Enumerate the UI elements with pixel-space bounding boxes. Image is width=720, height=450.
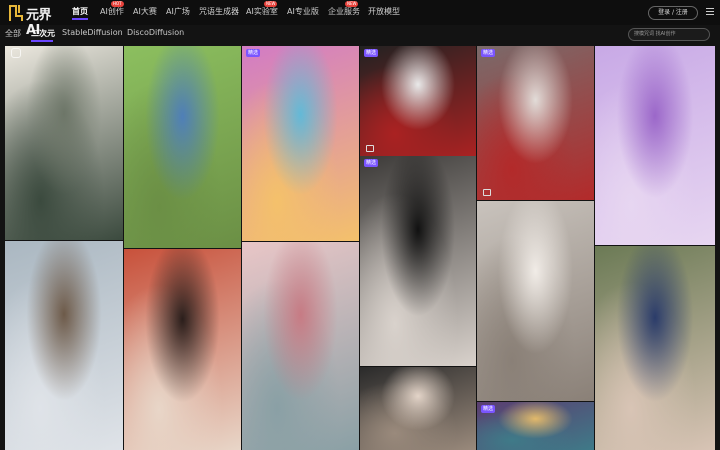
featured-badge: 精选 <box>481 405 496 413</box>
nav-ai-lab[interactable]: AI实验室 <box>246 6 278 17</box>
tab-disco-diffusion[interactable]: DiscoDiffusion <box>127 28 184 37</box>
gallery-image-white-hair-sailor[interactable]: 精选 <box>360 46 476 156</box>
nav-ai-pro[interactable]: AI专业版 <box>287 6 319 17</box>
gallery-image-ink-landscape[interactable] <box>5 46 123 240</box>
tab-stable-diffusion[interactable]: StableDiffusion <box>62 28 123 37</box>
nav-enterprise[interactable]: 企业服务 <box>328 6 360 17</box>
featured-badge: 精选 <box>364 159 379 167</box>
tab-anime[interactable]: 二次元 <box>31 28 55 39</box>
image-set-icon <box>366 145 374 152</box>
gallery-image-black-outfit-chair[interactable]: 精选 <box>360 156 476 366</box>
new-badge: NEW <box>345 1 359 7</box>
login-button[interactable]: 登录 / 注册 <box>648 6 698 20</box>
nav-open-models[interactable]: 开放模型 <box>368 6 400 17</box>
gallery-image-silver-hair-knit[interactable] <box>477 201 594 401</box>
gallery-image-rainbow-hair-girl[interactable]: 精选 <box>242 46 359 241</box>
featured-badge: 精选 <box>481 49 496 57</box>
tab-all[interactable]: 全部 <box>5 28 21 39</box>
top-navigation: 元界AI 首页 AI创作 HOT AI大赛 AI广场 咒语生成器 AI实验室 N… <box>0 0 720 38</box>
nav-home[interactable]: 首页 <box>72 6 88 17</box>
gallery-image-short-bangs[interactable] <box>360 367 476 450</box>
nav-ai-contest[interactable]: AI大赛 <box>133 6 157 17</box>
gallery-image-pink-dress[interactable] <box>242 242 359 450</box>
new-badge: NEW <box>264 1 278 7</box>
nav-prompt-generator[interactable]: 咒语生成器 <box>199 6 239 17</box>
nav-ai-plaza[interactable]: AI广场 <box>166 6 190 17</box>
nav-ai-create[interactable]: AI创作 <box>100 6 124 17</box>
favorite-icon[interactable] <box>11 48 21 58</box>
gallery-image-white-hair-long[interactable]: 精选 <box>477 46 594 200</box>
gallery-image-light-blue-sweater[interactable] <box>5 241 123 450</box>
hot-badge: HOT <box>111 1 124 7</box>
gallery-image-fantasy-castle[interactable]: 精选 <box>477 402 594 450</box>
nav-active-indicator <box>72 18 88 20</box>
search-input[interactable]: 搜模咒词 找AI创作 <box>628 28 710 41</box>
logo[interactable]: 元界AI <box>8 3 64 38</box>
gallery-image-red-hanfu[interactable] <box>124 249 241 450</box>
gallery-image-girl-straw-hat[interactable] <box>124 46 241 248</box>
gallery-image-purple-hair-girl[interactable] <box>595 46 715 245</box>
gallery-image-plaid-top[interactable] <box>595 246 715 450</box>
tab-active-indicator <box>31 40 53 42</box>
featured-badge: 精选 <box>364 49 379 57</box>
image-set-icon <box>483 189 491 196</box>
menu-icon[interactable] <box>706 8 714 16</box>
featured-badge: 精选 <box>246 49 261 57</box>
logo-icon <box>9 5 23 21</box>
